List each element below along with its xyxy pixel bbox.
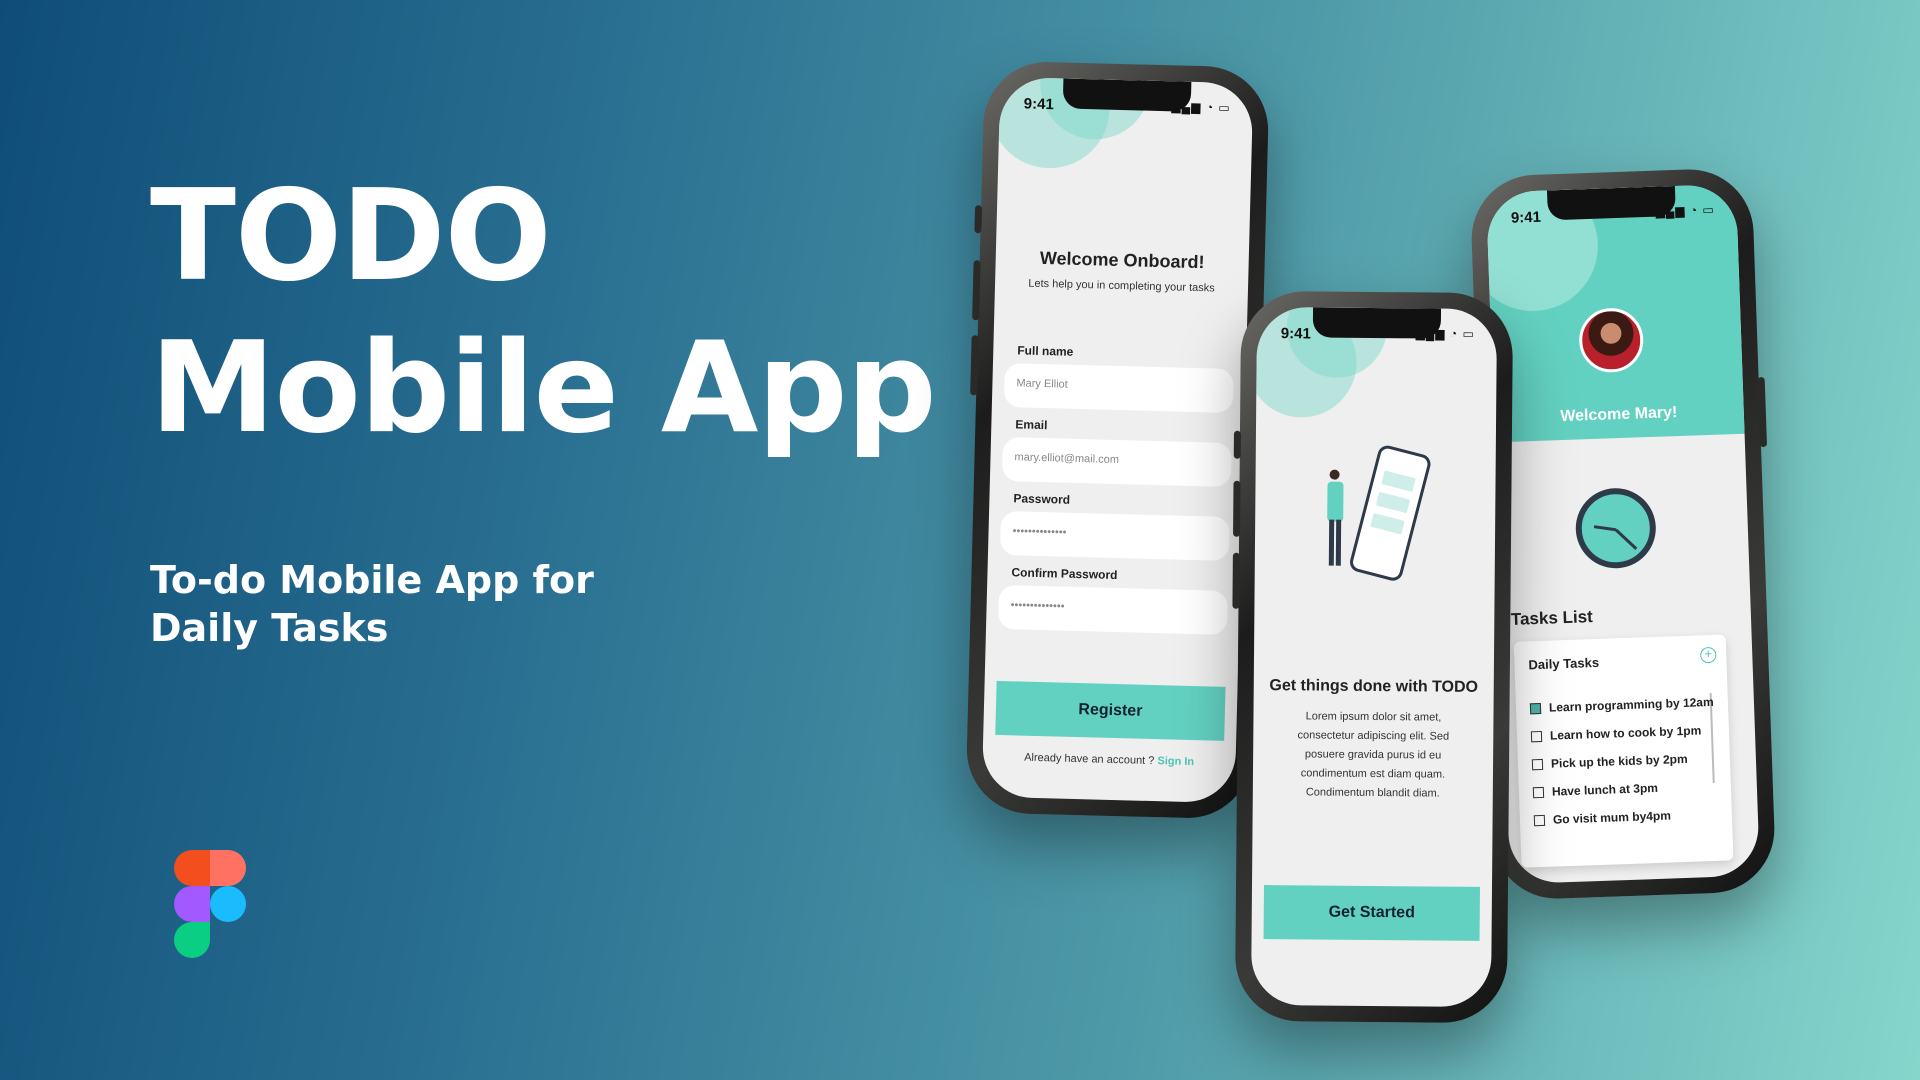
hero: TODO Mobile App To-do Mobile App for Dai… bbox=[150, 160, 937, 652]
get-started-button[interactable]: Get Started bbox=[1263, 885, 1480, 941]
clock-icon bbox=[1574, 486, 1658, 570]
label-full-name: Full name bbox=[1017, 343, 1074, 359]
get-started-title: Get things done with TODO bbox=[1269, 677, 1479, 696]
hero-title: TODO Mobile App bbox=[150, 160, 937, 464]
status-time: 9:41 bbox=[1280, 325, 1311, 343]
daily-tasks-card: Daily Tasks + Learn programming by 12am … bbox=[1513, 634, 1734, 868]
full-name-input[interactable]: Mary Elliot bbox=[1003, 363, 1234, 414]
checkbox-icon[interactable] bbox=[1531, 758, 1544, 770]
status-icons: ▂▄▆ ◔ ▭ bbox=[1655, 202, 1715, 219]
task-text: Have lunch at 3pm bbox=[1551, 780, 1659, 799]
checkbox-icon[interactable] bbox=[1530, 730, 1543, 742]
password-input[interactable]: •••••••••••••• bbox=[999, 510, 1231, 561]
register-title: Welcome Onboard! bbox=[1039, 247, 1205, 273]
task-item[interactable]: Have lunch at 3pm bbox=[1532, 780, 1659, 799]
hero-subtitle-line2: Daily Tasks bbox=[150, 606, 389, 650]
email-input[interactable]: mary.elliot@mail.com bbox=[1001, 437, 1232, 487]
tasks-screen: 9:41 ▂▄▆ ◔ ▭ Welcome Mary! Tasks List Da… bbox=[1486, 183, 1760, 885]
daily-tasks-title: Daily Tasks bbox=[1528, 654, 1600, 673]
signin-prompt: Already have an account ? Sign In bbox=[983, 751, 1236, 770]
register-subtitle: Lets help you in completing your tasks bbox=[1028, 277, 1215, 295]
task-text: Learn how to cook by 1pm bbox=[1549, 723, 1702, 743]
task-text: Learn programming by 12am bbox=[1548, 694, 1714, 715]
register-button[interactable]: Register bbox=[995, 680, 1226, 741]
status-time: 9:41 bbox=[1023, 95, 1055, 114]
get-started-screen: 9:41 ▂▄▆ ◔ ▭ Get things done with TODO L… bbox=[1250, 306, 1498, 1008]
tasks-list-heading: Tasks List bbox=[1510, 607, 1594, 629]
confirm-password-input[interactable]: •••••••••••••• bbox=[998, 584, 1229, 635]
label-confirm-password: Confirm Password bbox=[1011, 565, 1118, 583]
label-email: Email bbox=[1015, 417, 1048, 433]
add-task-icon[interactable]: + bbox=[1700, 646, 1717, 664]
task-item[interactable]: Pick up the kids by 2pm bbox=[1531, 751, 1688, 771]
hero-subtitle: To-do Mobile App for Daily Tasks bbox=[150, 556, 936, 652]
status-time: 9:41 bbox=[1510, 208, 1542, 227]
signin-prompt-text: Already have an account ? bbox=[1023, 751, 1155, 768]
phone-register: 9:41 ▂▄▆ ◔ ▭ Welcome Onboard! Lets help … bbox=[965, 60, 1270, 820]
task-item[interactable]: Go visit mum by4pm bbox=[1533, 808, 1672, 828]
task-item[interactable]: Learn how to cook by 1pm bbox=[1530, 723, 1702, 743]
onboarding-illustration-icon bbox=[1321, 443, 1433, 599]
status-icons: ▂▄▆ ◔ ▭ bbox=[1415, 326, 1475, 341]
get-started-body: Lorem ipsum dolor sit amet, consectetur … bbox=[1297, 710, 1450, 800]
figma-logo-icon bbox=[174, 850, 246, 958]
hero-subtitle-line1: To-do Mobile App for bbox=[150, 558, 594, 602]
phone-get-started: 9:41 ▂▄▆ ◔ ▭ Get things done with TODO L… bbox=[1232, 290, 1514, 1024]
checkbox-icon[interactable] bbox=[1533, 814, 1546, 826]
status-icons: ▂▄▆ ◔ ▭ bbox=[1171, 99, 1231, 115]
checkbox-icon[interactable] bbox=[1532, 786, 1545, 798]
hero-title-line1: TODO bbox=[150, 162, 552, 309]
label-password: Password bbox=[1013, 491, 1071, 507]
task-text: Pick up the kids by 2pm bbox=[1550, 751, 1688, 771]
task-text: Go visit mum by4pm bbox=[1552, 808, 1672, 827]
task-item[interactable]: Learn programming by 12am bbox=[1529, 694, 1714, 715]
hero-title-line2: Mobile App bbox=[150, 314, 937, 461]
signin-link[interactable]: Sign In bbox=[1157, 755, 1194, 768]
register-screen: 9:41 ▂▄▆ ◔ ▭ Welcome Onboard! Lets help … bbox=[981, 76, 1254, 804]
phone-tasks: 9:41 ▂▄▆ ◔ ▭ Welcome Mary! Tasks List Da… bbox=[1469, 167, 1777, 901]
checkbox-checked-icon[interactable] bbox=[1529, 702, 1542, 714]
